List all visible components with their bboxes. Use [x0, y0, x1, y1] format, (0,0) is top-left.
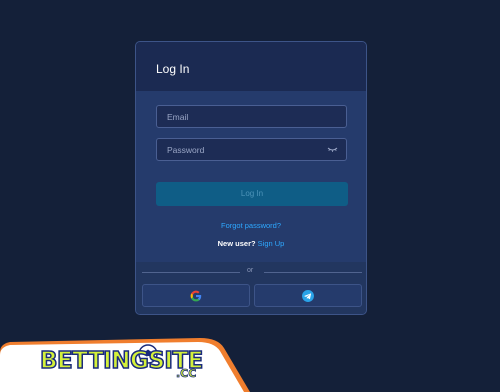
sign-up-link[interactable]: Sign Up [258, 239, 285, 248]
divider-label: or [247, 267, 254, 274]
login-button[interactable]: Log In [156, 182, 348, 206]
google-login-button[interactable] [142, 284, 250, 307]
password-input[interactable] [157, 139, 346, 160]
new-user-label: New user? [217, 239, 256, 248]
forgot-password-link[interactable]: Forgot password? [136, 221, 366, 230]
new-user-row: New user? Sign Up [136, 239, 366, 248]
modal-header: Log In [136, 42, 366, 91]
login-modal: Log In Log In Forgot password? New user?… [135, 41, 367, 315]
email-input[interactable] [157, 106, 346, 127]
eye-hidden-icon[interactable] [327, 146, 338, 154]
modal-title: Log In [156, 62, 190, 76]
email-field[interactable] [156, 105, 347, 128]
google-icon [190, 290, 202, 301]
social-login-area: or [136, 262, 366, 314]
telegram-icon [302, 289, 314, 302]
brand-logo-tld: .CC [176, 367, 197, 381]
divider-right [264, 272, 362, 273]
password-field[interactable] [156, 138, 347, 161]
divider-left [142, 272, 240, 273]
telegram-login-button[interactable] [254, 284, 362, 307]
